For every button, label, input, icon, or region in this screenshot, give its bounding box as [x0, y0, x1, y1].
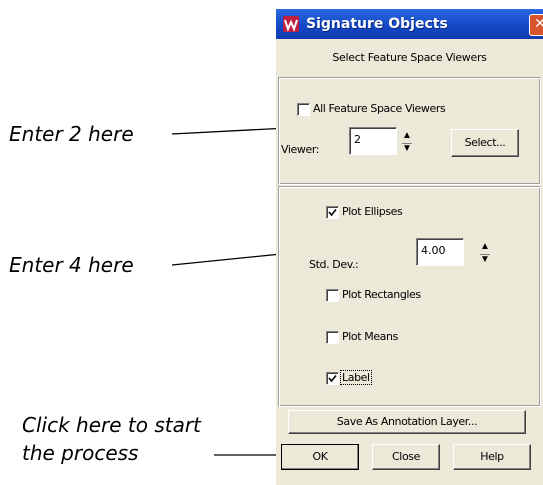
window-close-button[interactable]: ✕ [529, 14, 543, 36]
std-dev-spinner[interactable]: ▲ ▼ [478, 241, 492, 267]
plot-means-label: Plot Means [342, 330, 398, 343]
plot-means-checkbox[interactable] [326, 331, 339, 344]
plot-ellipses-checkbox[interactable] [326, 206, 339, 219]
viewer-input[interactable]: 2 [349, 127, 397, 155]
annotation-click-line-1: Click here to start [22, 413, 201, 437]
all-viewers-label: All Feature Space Viewers [313, 102, 446, 115]
annotation-enter-4: Enter 4 here [9, 253, 134, 277]
signature-objects-app-icon [283, 16, 299, 32]
dialog-subtitle: Select Feature Space Viewers [332, 51, 487, 64]
viewer-spinner[interactable]: ▲ ▼ [400, 130, 414, 156]
viewer-label: Viewer: [281, 143, 320, 156]
ok-button[interactable]: OK [281, 444, 359, 470]
annotation-click-line-2: the process [22, 441, 139, 465]
annotation-enter-2: Enter 2 here [9, 122, 134, 146]
signature-objects-dialog: Signature Objects ✕ Select Feature Space… [276, 9, 543, 485]
window-title: Signature Objects [306, 16, 448, 32]
std-dev-input-value: 4.00 [421, 244, 446, 257]
all-viewers-checkbox[interactable] [297, 103, 310, 116]
save-as-annotation-layer-button[interactable]: Save As Annotation Layer... [288, 410, 526, 434]
checkmark-icon [328, 374, 337, 383]
title-bar[interactable]: Signature Objects ✕ [276, 9, 543, 39]
spin-down-icon[interactable]: ▼ [400, 143, 414, 156]
viewer-input-value: 2 [354, 133, 361, 146]
plot-ellipses-label: Plot Ellipses [342, 205, 403, 218]
std-dev-input[interactable]: 4.00 [416, 238, 464, 266]
spin-up-icon[interactable]: ▲ [400, 130, 414, 143]
label-checkbox[interactable] [326, 372, 339, 385]
std-dev-label: Std. Dev.: [309, 258, 359, 271]
plot-rectangles-checkbox[interactable] [326, 289, 339, 302]
spin-down-icon[interactable]: ▼ [478, 254, 492, 267]
select-button[interactable]: Select... [451, 129, 519, 157]
help-button[interactable]: Help [453, 444, 531, 470]
close-button[interactable]: Close [372, 444, 440, 470]
label-checkbox-label: Label [340, 370, 372, 385]
plot-rectangles-label: Plot Rectangles [342, 288, 421, 301]
spin-up-icon[interactable]: ▲ [478, 241, 492, 254]
checkmark-icon [328, 208, 337, 217]
